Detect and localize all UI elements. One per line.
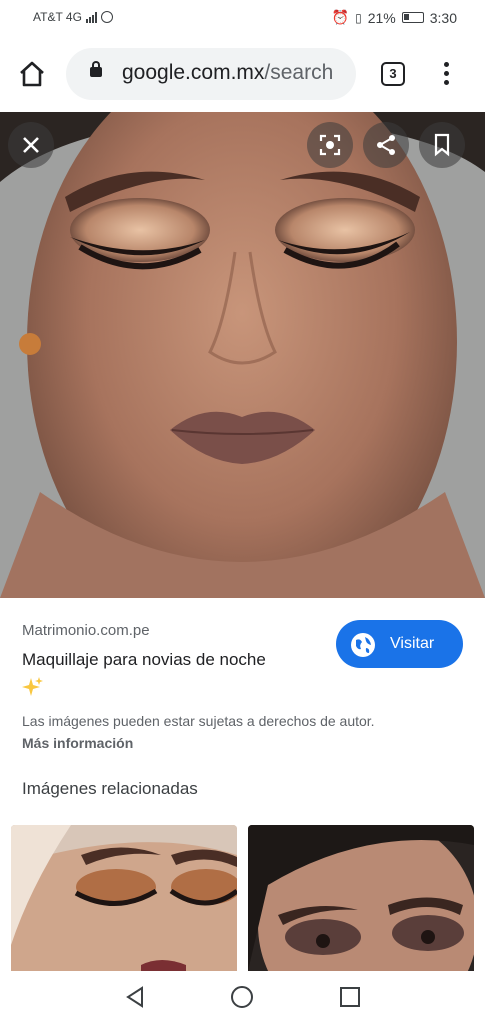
- battery-icon: [401, 12, 424, 23]
- bookmark-button[interactable]: [419, 122, 465, 168]
- more-info-link[interactable]: Más información: [22, 735, 133, 751]
- vibrate-icon: ▯: [355, 10, 362, 25]
- sparkle-icon: [22, 676, 44, 703]
- share-button[interactable]: [363, 122, 409, 168]
- lock-icon: [90, 61, 102, 77]
- clock: 3:30: [429, 9, 457, 26]
- copyright-notice: Las imágenes pueden estar sujetas a dere…: [22, 713, 375, 729]
- home-circle-icon[interactable]: [230, 985, 254, 1009]
- whatsapp-icon: [100, 11, 113, 23]
- home-icon: [20, 61, 44, 87]
- carrier-label: AT&T 4G: [33, 10, 82, 24]
- lens-button[interactable]: [307, 122, 353, 168]
- status-bar: AT&T 4G ⏰ ▯ 21% 3:30: [0, 0, 485, 36]
- related-image-1[interactable]: [11, 825, 237, 971]
- system-nav-bar: [0, 971, 485, 1024]
- visit-button[interactable]: Visitar: [336, 620, 463, 668]
- back-icon[interactable]: [124, 985, 146, 1009]
- result-image[interactable]: [0, 112, 485, 598]
- url-bar[interactable]: google.com.mx/search: [66, 48, 356, 100]
- makeup-face-image: [0, 112, 485, 598]
- bookmark-icon: [434, 133, 450, 157]
- signal-icon: [85, 11, 97, 23]
- close-button[interactable]: [8, 122, 54, 168]
- related-image-2[interactable]: [248, 825, 474, 971]
- related-image-1-picture: [11, 825, 237, 971]
- battery-percent: 21%: [367, 9, 396, 26]
- result-source[interactable]: Matrimonio.com.pe: [22, 622, 150, 639]
- home-button[interactable]: [16, 58, 48, 90]
- status-left: AT&T 4G: [33, 10, 113, 24]
- globe-icon: [351, 633, 375, 657]
- browser-toolbar: google.com.mx/search 3: [0, 36, 485, 112]
- result-title[interactable]: Maquillaje para novias de noche: [22, 650, 266, 670]
- share-icon: [377, 135, 395, 155]
- close-icon: [23, 137, 39, 153]
- related-image-2-picture: [248, 825, 474, 971]
- url-domain: google.com.mx: [122, 61, 265, 84]
- more-vert-icon[interactable]: [436, 60, 456, 88]
- url-text[interactable]: google.com.mx/search: [122, 61, 333, 85]
- visit-label: Visitar: [390, 635, 435, 652]
- url-path: /search: [264, 61, 334, 84]
- recents-icon[interactable]: [339, 986, 361, 1008]
- status-right: ⏰ ▯ 21% 3:30: [332, 9, 457, 26]
- lens-icon: [319, 134, 341, 156]
- tabs-button[interactable]: 3: [381, 62, 405, 86]
- related-images-heading: Imágenes relacionadas: [22, 779, 198, 798]
- alarm-icon: ⏰: [331, 9, 350, 25]
- tab-count: 3: [389, 66, 397, 81]
